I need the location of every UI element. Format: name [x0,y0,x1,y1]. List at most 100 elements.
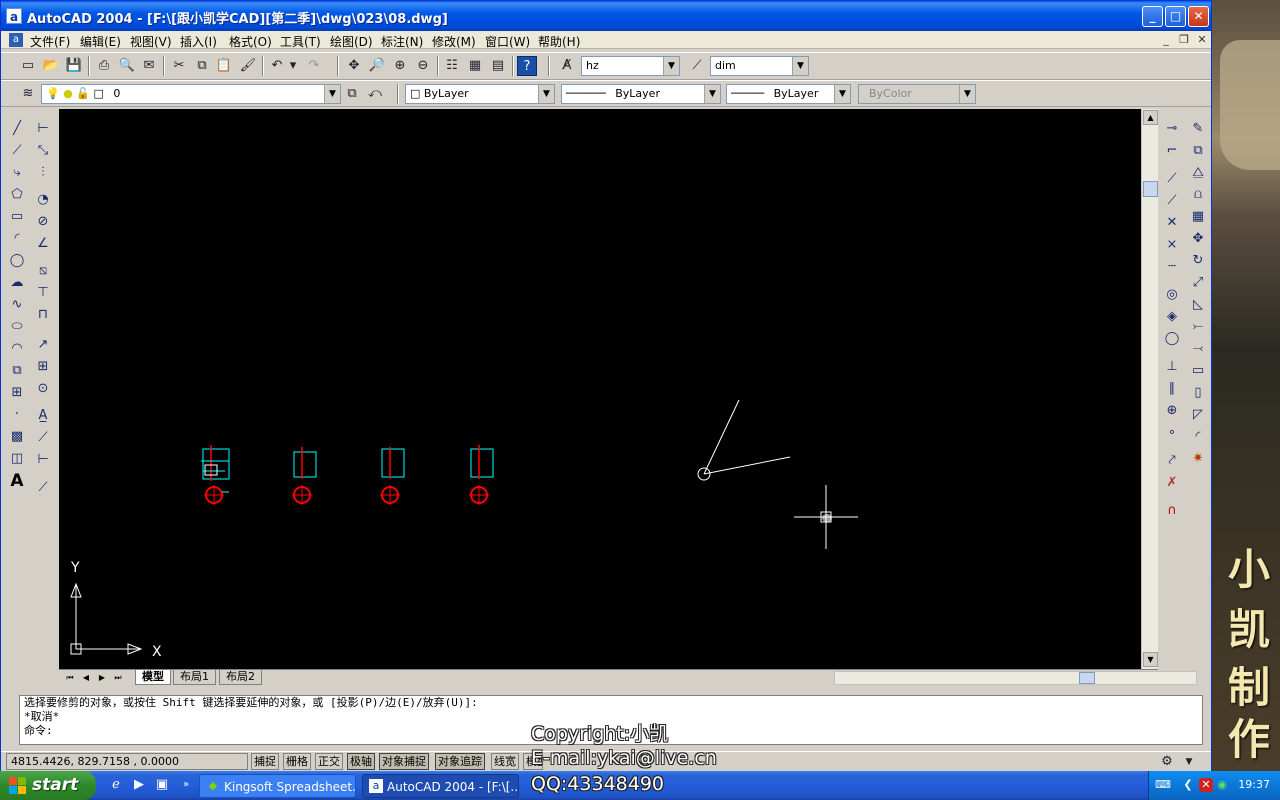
explode-icon[interactable]: ✷ [1188,449,1208,469]
color-select[interactable]: □ ByLayer ▼ [405,84,555,104]
linear-dimension-icon[interactable]: ⊢ [33,119,53,139]
make-block-icon[interactable]: ⊞ [7,383,27,403]
next-tab-icon[interactable]: ▶ [95,671,109,684]
hatch-icon[interactable]: ▩ [7,427,27,447]
dim-style-select[interactable]: dim ▼ [710,56,809,76]
snap-nearest-icon[interactable]: ⤤ [1162,451,1182,471]
doc-restore-button[interactable]: ❐ [1177,33,1191,47]
match-properties-icon[interactable]: 🖌 [238,56,258,76]
menu-insert[interactable]: 插入(I) [180,33,217,50]
snap-settings-icon[interactable]: ∩ [1162,501,1182,521]
scroll-down-icon[interactable]: ▼ [1143,652,1158,667]
rectangle-icon[interactable]: ▭ [7,207,27,227]
autocad-app-icon[interactable]: a [6,8,22,24]
construction-line-icon[interactable]: ⟋ [7,141,27,161]
polyline-icon[interactable]: ⤷ [7,163,27,183]
ellipse-icon[interactable]: ⬭ [7,317,27,337]
tab-layout2[interactable]: 布局2 [219,670,262,685]
antivirus-icon[interactable]: ✕ [1199,778,1213,792]
vertical-scroll-thumb[interactable] [1143,181,1158,197]
prev-tab-icon[interactable]: ◀ [79,671,93,684]
network-icon[interactable]: ◉ [1215,778,1229,792]
menu-help[interactable]: 帮助(H) [538,33,580,50]
communication-center-icon[interactable]: ⚙ [1157,752,1177,772]
dimension-edit-icon[interactable]: A̲ [33,406,53,426]
chevron-down-icon[interactable]: ▼ [792,57,808,75]
new-icon[interactable]: ▭ [18,56,38,76]
media-player-icon[interactable]: ▶ [131,777,147,793]
offset-icon[interactable]: ⩍ [1188,185,1208,205]
tab-model[interactable]: 模型 [135,670,171,685]
ordinate-dimension-icon[interactable]: ⫶ [33,163,53,183]
scale-icon[interactable]: ⤢ [1188,273,1208,293]
layer-manager-icon[interactable]: ≋ [18,84,38,104]
zoom-window-icon[interactable]: ⊕ [390,56,410,76]
tray-arrow-icon[interactable]: ❮ [1181,778,1195,792]
erase-icon[interactable]: ✎ [1188,119,1208,139]
maximize-button[interactable]: □ [1165,6,1186,27]
menu-draw[interactable]: 绘图(D) [330,33,373,50]
mirror-icon[interactable]: ⧋ [1188,163,1208,183]
snap-none-icon[interactable]: ✗ [1162,473,1182,493]
title-bar[interactable]: a AutoCAD 2004 - [F:\[跟小凯学CAD][第二季]\dwg\… [1,1,1211,31]
coordinate-display[interactable]: 4815.4426, 829.7158 , 0.0000 [6,753,248,770]
chevron-down-icon[interactable]: ▼ [663,57,679,75]
tool-palettes-icon[interactable]: ▤ [488,56,508,76]
multiline-text-icon[interactable]: A [7,471,27,491]
menu-tools[interactable]: 工具(T) [280,33,321,50]
minimize-button[interactable]: _ [1142,6,1163,27]
task-autocad[interactable]: a AutoCAD 2004 - [F:\[... [362,774,519,798]
snap-extension-icon[interactable]: ┄ [1162,257,1182,277]
zoom-realtime-icon[interactable]: 🔎 [367,56,387,76]
extend-icon[interactable]: ⤙ [1188,339,1208,359]
ortho-toggle[interactable]: 正交 [315,753,343,770]
document-icon[interactable]: a [9,33,23,47]
trim-icon[interactable]: ⤚ [1188,317,1208,337]
snap-from-icon[interactable]: ⌐ [1162,141,1182,161]
task-kingsoft-spreadsheet[interactable]: ◆ Kingsoft Spreadsheet... [199,774,356,798]
rotate-icon[interactable]: ↻ [1188,251,1208,271]
line-icon[interactable]: ╱ [7,119,27,139]
break-at-point-icon[interactable]: ▭ [1188,361,1208,381]
menu-dimension[interactable]: 标注(N) [381,33,423,50]
ellipse-arc-icon[interactable]: ◠ [7,339,27,359]
dimension-style-icon[interactable]: ⟋ [33,478,53,498]
start-button[interactable]: start [0,771,96,800]
tab-layout1[interactable]: 布局1 [173,670,216,685]
horizontal-scroll-thumb[interactable] [1079,672,1095,684]
plot-preview-icon[interactable]: 🔍 [117,56,137,76]
stretch-icon[interactable]: ◺ [1188,295,1208,315]
insert-block-icon[interactable]: ⧉ [7,361,27,381]
internet-explorer-icon[interactable]: ℯ [108,777,124,793]
close-button[interactable]: ✕ [1188,6,1209,27]
temporary-tracking-icon[interactable]: ⊸ [1162,119,1182,139]
scroll-up-icon[interactable]: ▲ [1143,110,1158,125]
quick-dimension-icon[interactable]: ⧅ [33,261,53,281]
horizontal-scrollbar[interactable] [834,671,1197,685]
fillet-icon[interactable]: ◜ [1188,427,1208,447]
snap-perpendicular-icon[interactable]: ⊥ [1162,357,1182,377]
move-icon[interactable]: ✥ [1188,229,1208,249]
snap-insert-icon[interactable]: ⊕ [1162,401,1182,421]
polar-toggle[interactable]: 极轴 [347,753,375,770]
snap-apparent-intersection-icon[interactable]: ⨯ [1162,235,1182,255]
lineweight-select[interactable]: ───── ByLayer ▼ [726,84,851,104]
text-style-icon[interactable]: A̸ [557,56,577,76]
snap-intersection-icon[interactable]: ✕ [1162,213,1182,233]
menu-file[interactable]: 文件(F) [30,33,70,50]
linetype-select[interactable]: ────── ByLayer ▼ [561,84,721,104]
first-tab-icon[interactable]: ⏮ [63,671,77,684]
keyboard-icon[interactable]: ⌨ [1155,778,1171,792]
point-icon[interactable]: · [7,405,27,425]
menu-format[interactable]: 格式(O) [229,33,272,50]
snap-tangent-icon[interactable]: ◯ [1162,329,1182,349]
dimension-text-edit-icon[interactable]: ⟋ [33,428,53,448]
baseline-dimension-icon[interactable]: ⊤ [33,283,53,303]
plot-icon[interactable]: ⎙ [94,56,114,76]
show-desktop-icon[interactable]: ▣ [154,777,170,793]
snap-midpoint-icon[interactable]: ⟋ [1162,191,1182,211]
array-icon[interactable]: ▦ [1188,207,1208,227]
design-center-icon[interactable]: ▦ [465,56,485,76]
chevron-down-icon[interactable]: ▼ [704,85,720,103]
otrack-toggle[interactable]: 对象追踪 [435,753,485,770]
